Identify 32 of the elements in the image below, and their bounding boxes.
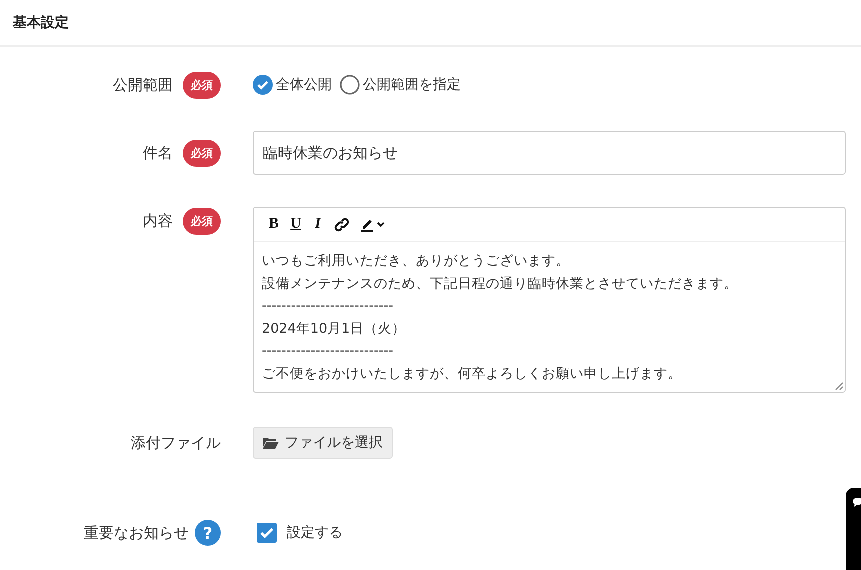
- editor-text-line: ご不便をおかけいたしますが、何卒よろしくお願い申し上げます。: [262, 364, 682, 384]
- format-button[interactable]: I: [312, 216, 324, 233]
- editor-text-line: 設備メンテナンスのため、下記日程の通り臨時休業とさせていただきます。: [262, 274, 738, 294]
- required-badge: 必須: [183, 72, 221, 98]
- field-label: 内容: [143, 212, 173, 230]
- required-badge: 必須: [183, 208, 221, 234]
- radio-label: 公開範囲を指定: [363, 76, 461, 94]
- editor-text-line: ---------------------------: [262, 297, 394, 316]
- radio-button[interactable]: [340, 75, 360, 95]
- radio-button[interactable]: [253, 75, 273, 95]
- required-badge: 必須: [183, 140, 221, 166]
- editor-text-line: ---------------------------: [262, 342, 394, 361]
- help-icon[interactable]: ?: [195, 520, 221, 546]
- section-title: 基本設定: [13, 14, 69, 32]
- link-icon[interactable]: [334, 216, 350, 232]
- checkbox[interactable]: [257, 523, 277, 543]
- field-label: 添付ファイル: [131, 434, 221, 452]
- subject-field[interactable]: 臨時休業のお知らせ: [253, 131, 846, 175]
- chat-bubble-icon: [853, 498, 861, 507]
- field-label: 公開範囲: [113, 76, 173, 94]
- format-button[interactable]: U: [290, 216, 302, 233]
- resize-handle-icon[interactable]: [834, 381, 844, 391]
- checkbox-label: 設定する: [287, 524, 343, 542]
- rich-text-editor[interactable]: B U I いつもご利用いただき、ありがとうございます。 設備メンテナンスのため、下記日程の通り臨時休業とさせていただきます。 --------------------------- 2024年10月1日（火） --------------------------- ご不便をおかけいたしますが、何卒よろしくお願い申し上げます。: [253, 207, 846, 393]
- folder-icon: [263, 437, 279, 449]
- radio-label: 全体公開: [276, 76, 332, 94]
- editor-text-line: 2024年10月1日（火）: [262, 320, 406, 338]
- format-button[interactable]: B: [268, 216, 280, 233]
- field-label: 重要なお知らせ: [84, 524, 189, 542]
- choose-file-button[interactable]: ファイルを選択: [253, 427, 393, 459]
- editor-text-line: いつもご利用いただき、ありがとうございます。: [262, 252, 570, 271]
- field-label: 件名: [143, 144, 173, 162]
